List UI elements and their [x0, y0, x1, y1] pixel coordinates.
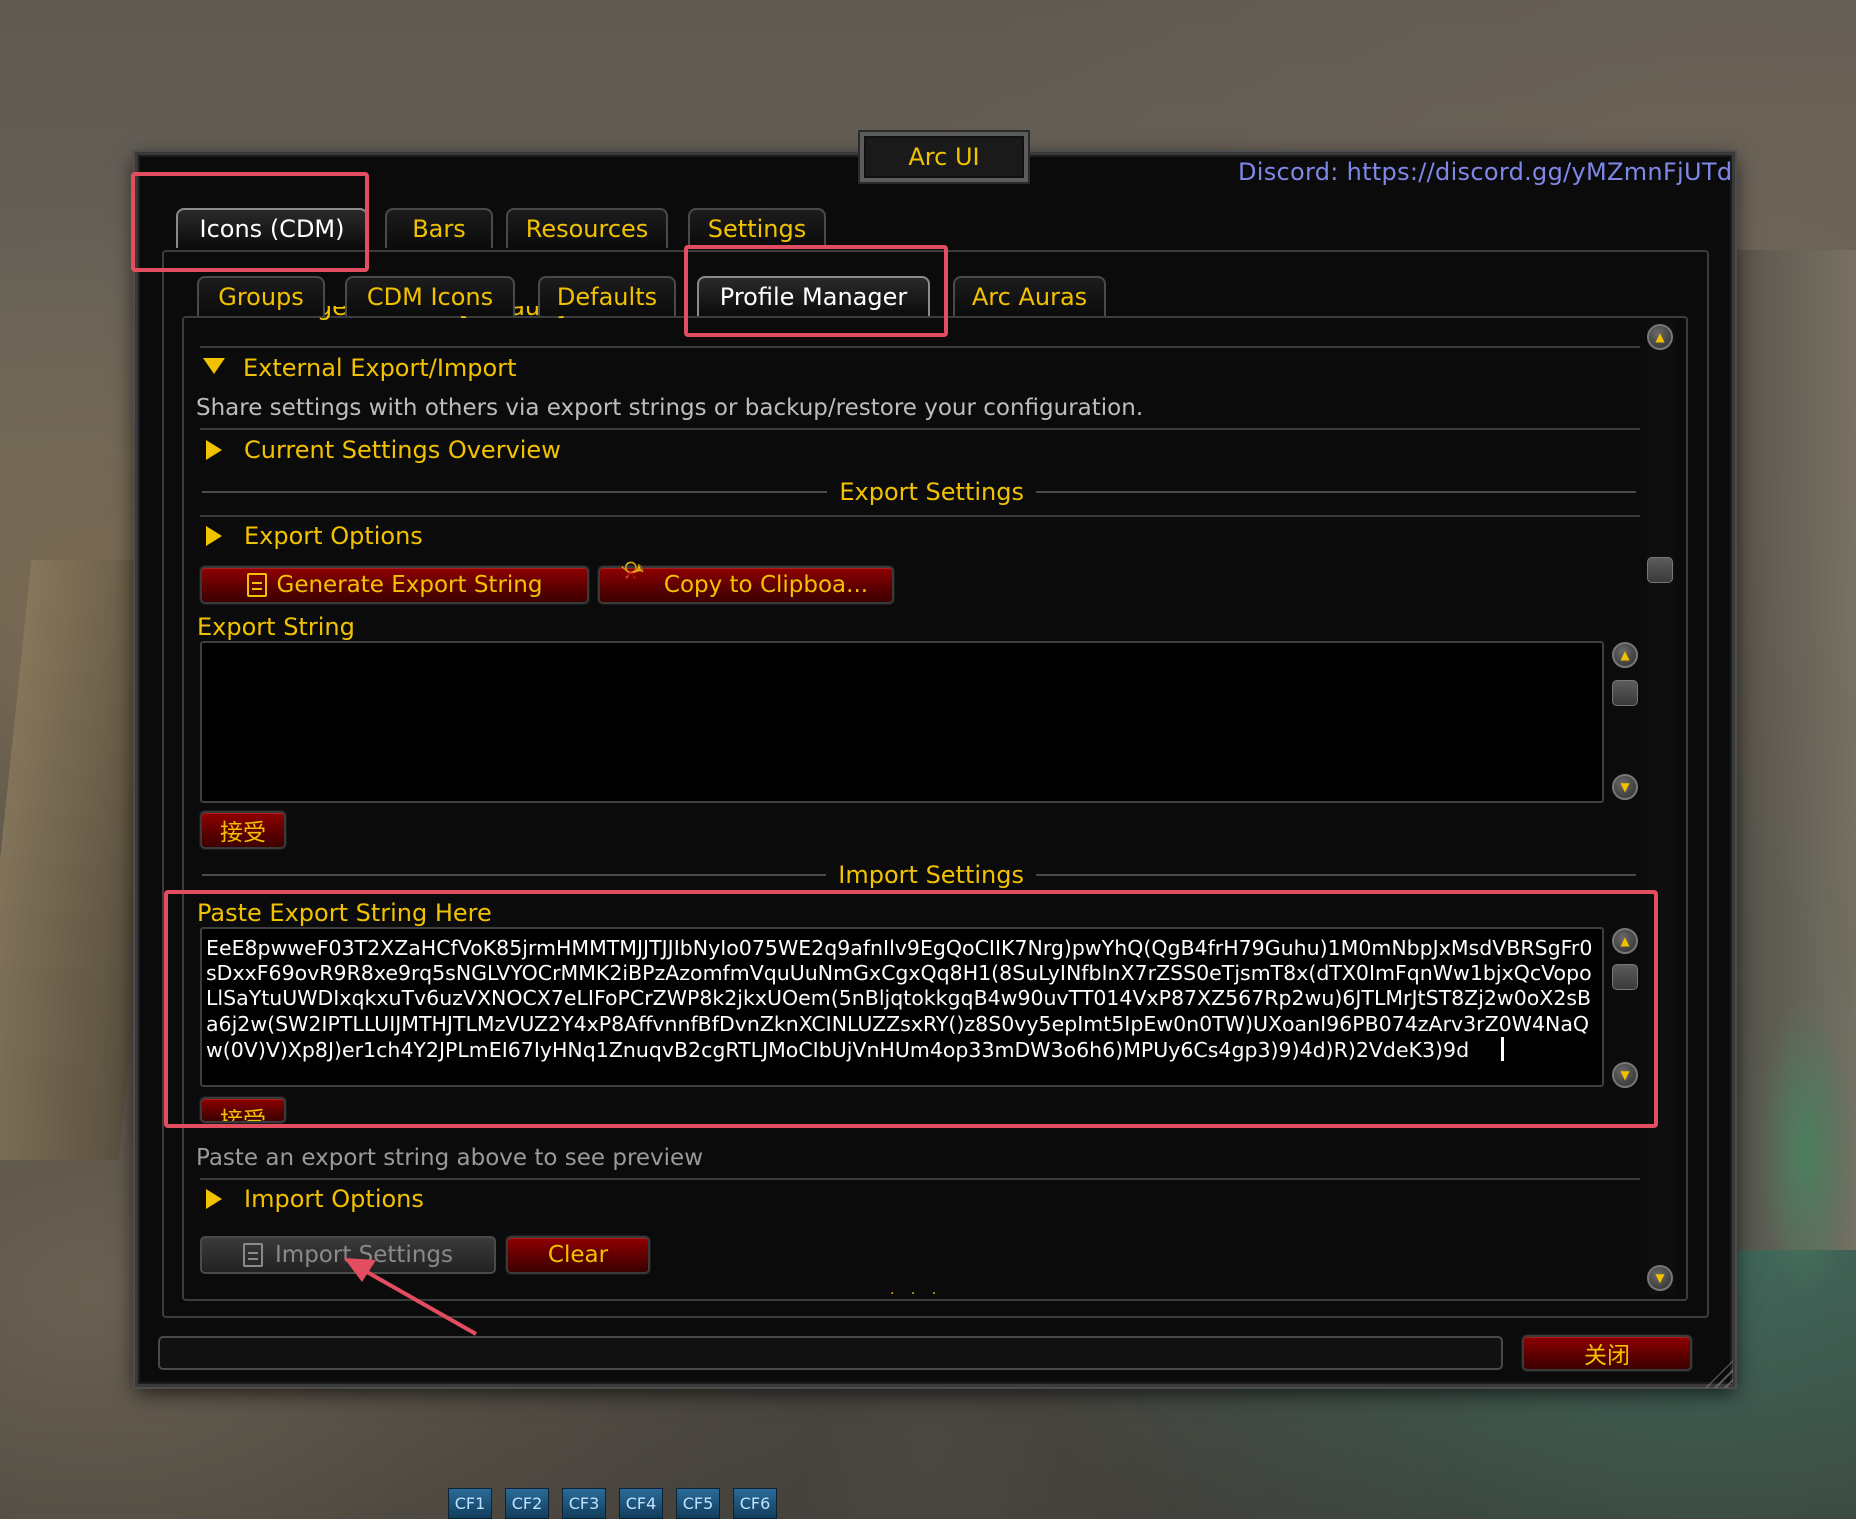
- export-options-label: Export Options: [244, 522, 423, 550]
- divider: [200, 346, 1640, 348]
- current-overview-label: Current Settings Overview: [244, 436, 561, 464]
- action-button-cf3[interactable]: CF3: [562, 1488, 606, 1519]
- divider: [200, 1178, 1640, 1180]
- paste-export-string-value[interactable]: EeE8pwweF03T2XZaHCfVoK85jrmHMMTMJJTJJIbN…: [206, 936, 1598, 1063]
- heading-line: [202, 491, 828, 493]
- tab-resources[interactable]: Resources: [506, 208, 668, 248]
- export-scroll-thumb[interactable]: [1612, 680, 1638, 706]
- horn-icon: 📯: [620, 558, 645, 582]
- status-bar: [158, 1336, 1503, 1370]
- background-scenery-foliage: [1756, 1000, 1856, 1300]
- import-settings-title: Import Settings: [838, 861, 1024, 889]
- close-button[interactable]: 关闭: [1522, 1335, 1692, 1371]
- accept-label: 接受: [220, 1108, 266, 1123]
- discord-link[interactable]: Discord: https://discord.gg/yMZmnFjUTd: [1238, 158, 1732, 186]
- export-settings-heading: Export Settings: [202, 478, 1636, 506]
- import-scroll-thumb[interactable]: [1612, 964, 1638, 990]
- export-string-label: Export String: [197, 613, 355, 641]
- action-button-cf5[interactable]: CF5: [676, 1488, 720, 1519]
- generate-export-string-button[interactable]: Generate Export String: [200, 566, 589, 604]
- export-string-textbox[interactable]: [200, 641, 1604, 803]
- heading-line: [1036, 491, 1636, 493]
- tab-icons-cdm[interactable]: Icons (CDM): [176, 208, 368, 248]
- collapsed-triangle-icon: [206, 526, 222, 546]
- import-scroll-down-icon[interactable]: ▼: [1612, 1062, 1638, 1088]
- action-button-cf4[interactable]: CF4: [619, 1488, 663, 1519]
- clear-button[interactable]: Clear: [506, 1236, 650, 1274]
- divider: [200, 428, 1640, 430]
- external-export-import-header[interactable]: External Export/Import: [203, 354, 517, 382]
- heading-line: [1036, 874, 1636, 876]
- panel-scrollbar-track[interactable]: [1647, 320, 1675, 1295]
- divider: [200, 515, 1640, 517]
- import-options-row[interactable]: Import Options: [206, 1185, 424, 1213]
- export-scroll-up-icon[interactable]: ▲: [1612, 642, 1638, 668]
- panel-scrollbar-thumb[interactable]: [1647, 557, 1673, 583]
- scroll-up-icon[interactable]: ▲: [1647, 324, 1673, 350]
- current-settings-overview[interactable]: Current Settings Overview: [206, 436, 561, 464]
- document-icon: [243, 1243, 263, 1267]
- subtab-profile-manager[interactable]: Profile Manager: [697, 276, 930, 316]
- export-settings-title: Export Settings: [839, 478, 1024, 506]
- clear-button-label: Clear: [547, 1242, 609, 1268]
- import-settings-heading: Import Settings: [202, 861, 1636, 889]
- scroll-down-icon[interactable]: ▼: [1647, 1265, 1673, 1291]
- preview-hint: Paste an export string above to see prev…: [196, 1145, 704, 1171]
- external-header-label: External Export/Import: [243, 354, 517, 382]
- collapsed-triangle-icon: [206, 1189, 222, 1209]
- paste-string-text: EeE8pwweF03T2XZaHCfVoK85jrmHMMTMJJTJJIbN…: [206, 936, 1593, 1062]
- paste-export-string-label: Paste Export String Here: [197, 899, 492, 927]
- text-caret: [1501, 1036, 1505, 1061]
- tab-bars[interactable]: Bars: [385, 208, 493, 248]
- window-title[interactable]: Arc UI: [860, 132, 1028, 182]
- expanded-triangle-icon: [203, 358, 225, 374]
- tab-settings[interactable]: Settings: [688, 208, 826, 248]
- import-accept-button[interactable]: 接受: [200, 1097, 286, 1123]
- external-description: Share settings with others via export st…: [196, 395, 1144, 421]
- subtab-defaults[interactable]: Defaults: [538, 276, 676, 316]
- export-scroll-down-icon[interactable]: ▼: [1612, 774, 1638, 800]
- subtab-arc-auras[interactable]: Arc Auras: [953, 276, 1106, 316]
- annotation-arrow: [344, 1258, 477, 1336]
- heading-line: [202, 874, 827, 876]
- export-accept-button[interactable]: 接受: [200, 811, 286, 849]
- more-indicator: · · ·: [890, 1286, 943, 1302]
- action-button-cf1[interactable]: CF1: [448, 1488, 492, 1519]
- import-scroll-up-icon[interactable]: ▲: [1612, 928, 1638, 954]
- subtab-groups[interactable]: Groups: [197, 276, 325, 316]
- generate-button-label: Generate Export String: [276, 572, 543, 598]
- accept-label: 接受: [220, 820, 266, 846]
- collapsed-triangle-icon: [206, 440, 222, 460]
- action-button-cf6[interactable]: CF6: [733, 1488, 777, 1519]
- import-options-label: Import Options: [244, 1185, 424, 1213]
- copy-button-label: Copy to Clipboa...: [663, 572, 869, 598]
- action-button-cf2[interactable]: CF2: [505, 1488, 549, 1519]
- close-button-label: 关闭: [1584, 1343, 1630, 1369]
- document-icon: [246, 573, 267, 597]
- export-options-row[interactable]: Export Options: [206, 522, 423, 550]
- subtab-cdm-icons[interactable]: CDM Icons: [345, 276, 515, 316]
- copy-to-clipboard-button[interactable]: 📯 Copy to Clipboa...: [598, 558, 894, 604]
